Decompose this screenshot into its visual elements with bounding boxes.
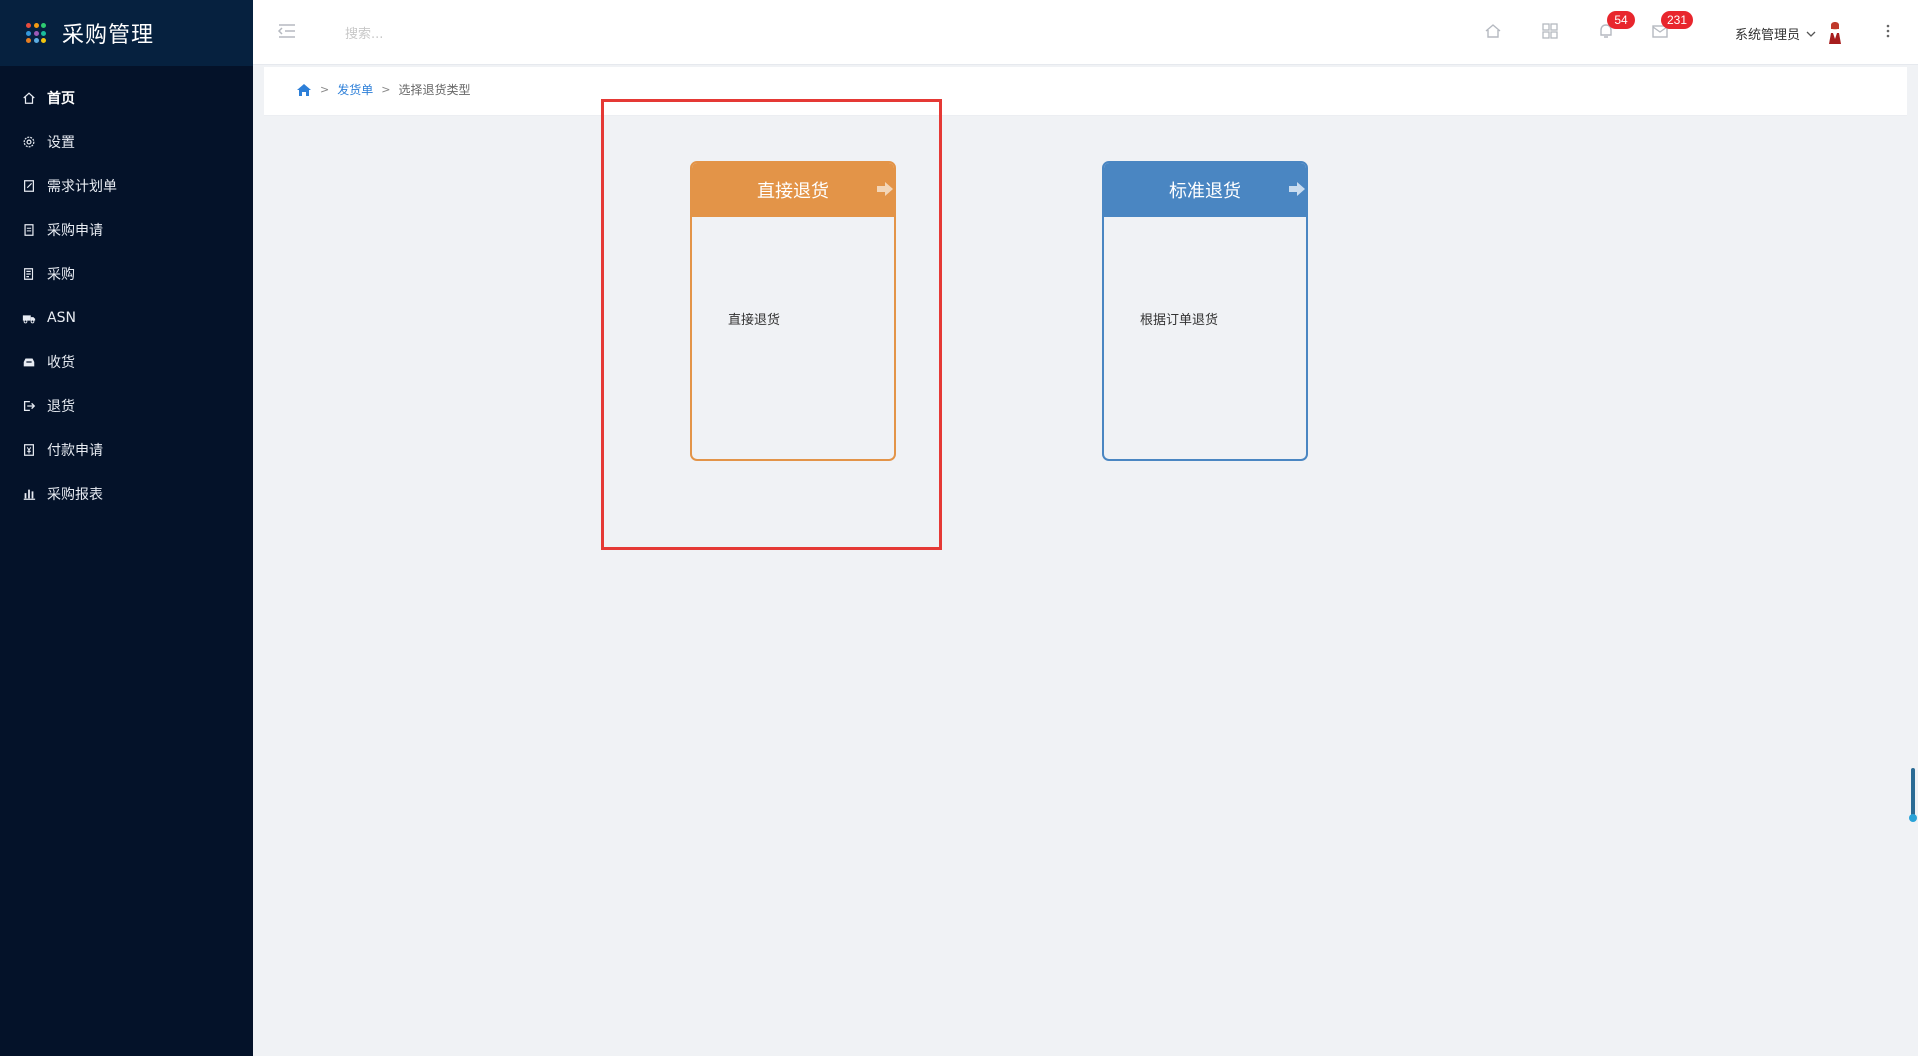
card-title: 标准退货	[1169, 181, 1241, 202]
apps-grid-dot	[41, 30, 46, 36]
sidebar-item-label: 采购报表	[47, 487, 103, 503]
document-edit-icon	[21, 178, 37, 194]
apps-grid-dot	[33, 23, 39, 28]
apps-grid-dot	[41, 23, 46, 28]
user-menu[interactable]: 系统管理员	[1735, 20, 1844, 46]
chevron-down-icon	[1806, 28, 1816, 38]
standard-return-card[interactable]: 标准退货 根据订单退货	[1102, 161, 1308, 461]
card-description: 根据订单退货	[1140, 313, 1219, 328]
card-title: 直接退货	[757, 181, 829, 202]
home-icon	[21, 90, 37, 106]
home-icon[interactable]	[1484, 22, 1502, 40]
apps-grid-dot	[26, 23, 31, 28]
sidebar-item-label: 采购申请	[47, 223, 103, 239]
sidebar-item-purchase[interactable]: 采购	[0, 252, 253, 296]
mail-icon[interactable]: 231	[1651, 11, 1694, 40]
scroll-knob[interactable]	[1909, 814, 1917, 822]
sidebar-item-settings[interactable]: 设置	[0, 120, 253, 164]
breadcrumb-current: 选择退货类型	[398, 83, 471, 97]
user-name: 系统管理员	[1735, 27, 1801, 43]
avatar	[1826, 20, 1844, 46]
sidebar-item-asn[interactable]: ASN	[0, 296, 253, 340]
sidebar-item-label: 收货	[47, 355, 75, 371]
app-title: 采购管理	[62, 23, 155, 48]
apps-grid-dot	[33, 38, 39, 43]
receipt-icon	[21, 266, 37, 282]
apps-grid-dot	[41, 38, 46, 43]
sidebar-item-label: 退货	[47, 399, 75, 415]
scroll-handle[interactable]	[1909, 768, 1917, 824]
sidebar-item-receiving[interactable]: 收货	[0, 340, 253, 384]
sidebar-item-returns[interactable]: 退货	[0, 384, 253, 428]
sidebar-item-label: ASN	[47, 310, 76, 326]
sidebar-item-label: 采购	[47, 267, 75, 283]
brand: 采购管理	[0, 0, 253, 66]
messages-badge: 231	[1661, 11, 1694, 29]
more-vertical-icon[interactable]	[1885, 22, 1891, 40]
card-header: 直接退货	[692, 163, 894, 217]
sidebar-item-demand-plan[interactable]: 需求计划单	[0, 164, 253, 208]
sidebar-menu: 首页 设置 需求计划单 采购申请 采购 ASN 收货 退货 付款申请 采购报表	[0, 66, 253, 516]
menu-collapse-icon[interactable]	[277, 22, 297, 40]
sidebar-item-label: 设置	[47, 135, 75, 151]
top-bar: 54 231 系统管理员	[253, 0, 1918, 65]
apps-grid-icon[interactable]	[26, 23, 46, 43]
card-description: 直接退货	[728, 313, 781, 328]
sidebar-item-label: 首页	[47, 91, 75, 107]
breadcrumb-separator: >	[320, 83, 330, 96]
arrow-right-icon	[1288, 181, 1306, 197]
breadcrumb-separator: >	[381, 83, 391, 96]
direct-return-card[interactable]: 直接退货 直接退货	[690, 161, 896, 461]
home-icon[interactable]	[296, 82, 312, 98]
breadcrumb: > 发货单 > 选择退货类型	[296, 81, 470, 98]
document-icon	[21, 222, 37, 238]
inbox-icon	[21, 354, 37, 370]
breadcrumb-bar: > 发货单 > 选择退货类型	[264, 67, 1907, 116]
truck-icon	[21, 310, 37, 326]
sidebar-item-purchase-request[interactable]: 采购申请	[0, 208, 253, 252]
bell-icon[interactable]: 54	[1597, 11, 1635, 40]
sidebar-item-label: 需求计划单	[47, 179, 117, 195]
sidebar-item-home[interactable]: 首页	[0, 76, 253, 120]
sidebar: 采购管理 首页 设置 需求计划单 采购申请 采购 ASN 收货 退货 付款申请 …	[0, 0, 253, 1056]
sidebar-item-payment-request[interactable]: 付款申请	[0, 428, 253, 472]
sidebar-item-purchase-reports[interactable]: 采购报表	[0, 472, 253, 516]
scroll-track	[1911, 768, 1915, 816]
bar-chart-icon	[21, 486, 37, 502]
sidebar-item-label: 付款申请	[47, 443, 103, 459]
apps-grid-dot	[26, 30, 31, 36]
card-header: 标准退货	[1104, 163, 1306, 217]
apps-grid-dot	[33, 30, 39, 36]
grid-icon[interactable]	[1541, 22, 1559, 40]
exit-icon	[21, 398, 37, 414]
arrow-right-icon	[876, 181, 894, 197]
payment-doc-icon	[21, 442, 37, 458]
gear-icon	[21, 134, 37, 150]
breadcrumb-link-delivery-order[interactable]: 发货单	[337, 81, 373, 98]
search-input[interactable]	[343, 22, 607, 46]
notifications-badge: 54	[1607, 11, 1635, 29]
apps-grid-dot	[26, 38, 31, 43]
